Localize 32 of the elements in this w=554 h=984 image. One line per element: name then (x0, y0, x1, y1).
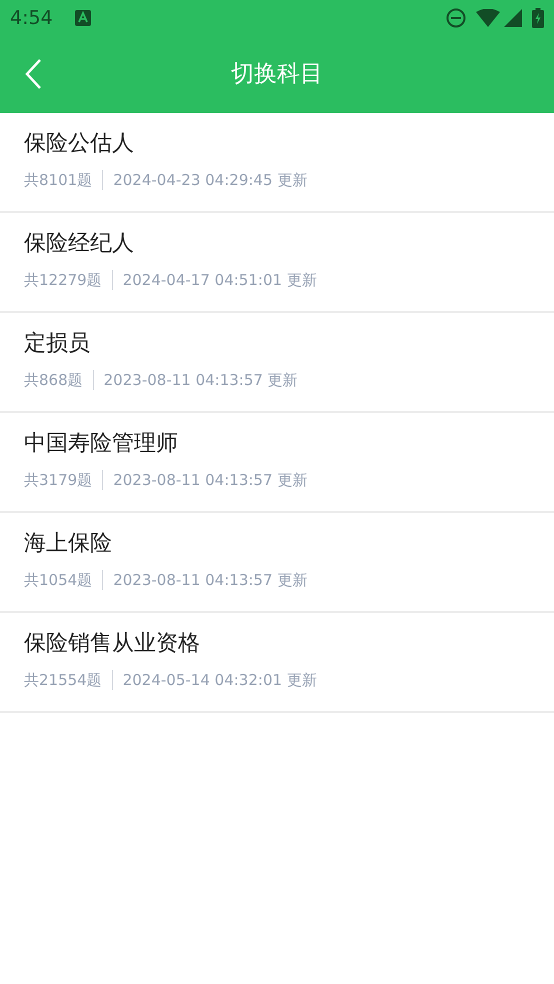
subject-name: 保险经纪人 (24, 230, 135, 258)
subject-name: 保险公估人 (24, 130, 135, 158)
back-icon (25, 59, 41, 89)
question-count: 共21554题 (24, 670, 102, 691)
do-not-disturb-icon (446, 8, 466, 28)
question-count: 共1054题 (24, 570, 92, 591)
update-time: 2023-08-11 04:13:57 更新 (104, 370, 298, 391)
question-count: 共8101题 (24, 170, 92, 191)
subject-item[interactable]: 保险公估人 共8101题 2024-04-23 04:29:45 更新 (0, 113, 554, 213)
update-time: 2024-04-23 04:29:45 更新 (113, 170, 308, 191)
subject-item[interactable]: 保险经纪人 共12279题 2024-04-17 04:51:01 更新 (0, 213, 554, 313)
signal-icon (504, 9, 522, 27)
question-count: 共3179题 (24, 470, 92, 491)
subject-item[interactable]: 保险销售从业资格 共21554题 2024-05-14 04:32:01 更新 (0, 613, 554, 713)
notification-icon (74, 10, 91, 26)
question-count: 共868题 (24, 370, 83, 391)
update-time: 2024-04-17 04:51:01 更新 (122, 270, 317, 291)
subject-name: 保险销售从业资格 (24, 630, 201, 658)
wifi-icon (476, 9, 500, 27)
subject-item[interactable]: 中国寿险管理师 共3179题 2023-08-11 04:13:57 更新 (0, 413, 554, 513)
page-title: 切换科目 (231, 60, 323, 90)
subject-name: 海上保险 (24, 530, 113, 558)
update-time: 2023-08-11 04:13:57 更新 (113, 570, 308, 591)
status-time: 4:54 (10, 6, 53, 31)
update-time: 2023-08-11 04:13:57 更新 (113, 470, 308, 491)
subject-name: 定损员 (24, 330, 91, 358)
subject-name: 中国寿险管理师 (24, 430, 179, 458)
update-time: 2024-05-14 04:32:01 更新 (122, 670, 317, 691)
subject-item[interactable]: 定损员 共868题 2023-08-11 04:13:57 更新 (0, 313, 554, 413)
subject-item[interactable]: 海上保险 共1054题 2023-08-11 04:13:57 更新 (0, 513, 554, 613)
question-count: 共12279题 (24, 270, 102, 291)
battery-icon (532, 8, 544, 28)
